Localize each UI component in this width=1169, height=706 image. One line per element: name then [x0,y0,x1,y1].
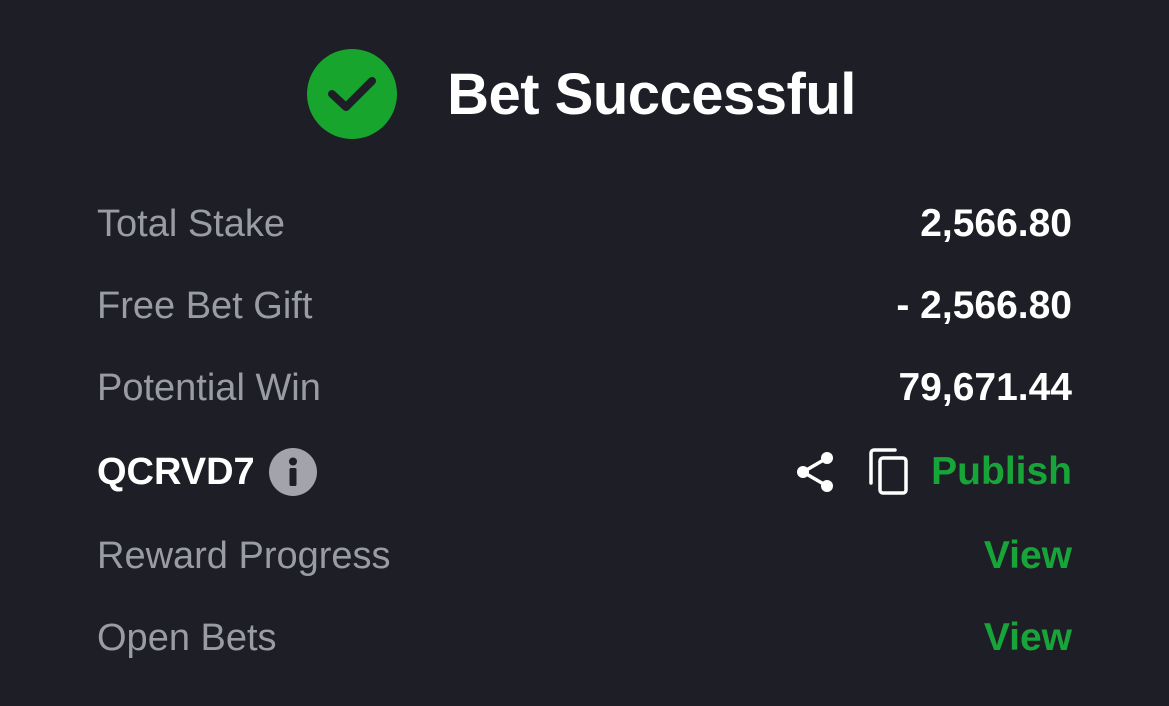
total-stake-label: Total Stake [97,202,285,245]
free-bet-gift-row: Free Bet Gift - 2,566.80 [97,265,1072,347]
potential-win-label: Potential Win [97,366,321,409]
share-icon[interactable] [793,448,837,496]
booking-actions: Publish [793,447,1072,497]
copy-icon[interactable] [867,447,911,497]
info-icon[interactable] [268,448,317,496]
bet-summary: Total Stake 2,566.80 Free Bet Gift - 2,5… [97,183,1072,679]
total-stake-row: Total Stake 2,566.80 [97,183,1072,265]
check-circle-icon [307,49,398,139]
booking-code-group: QCRVD7 [97,448,317,496]
potential-win-row: Potential Win 79,671.44 [97,347,1072,429]
publish-link[interactable]: Publish [931,450,1072,494]
potential-win-value: 79,671.44 [898,366,1072,409]
total-stake-value: 2,566.80 [920,202,1072,245]
open-bets-view-link[interactable]: View [984,616,1072,660]
open-bets-label: Open Bets [97,616,277,659]
free-bet-gift-value: - 2,566.80 [896,284,1072,327]
reward-progress-label: Reward Progress [97,534,391,577]
reward-progress-row: Reward Progress View [97,515,1072,597]
bet-success-header: Bet Successful [0,48,1169,140]
booking-code-row: QCRVD7 Publish [97,429,1072,515]
free-bet-gift-label: Free Bet Gift [97,284,313,327]
reward-progress-view-link[interactable]: View [984,534,1072,578]
page-title: Bet Successful [447,61,856,127]
booking-code: QCRVD7 [97,450,255,493]
open-bets-row: Open Bets View [97,597,1072,679]
